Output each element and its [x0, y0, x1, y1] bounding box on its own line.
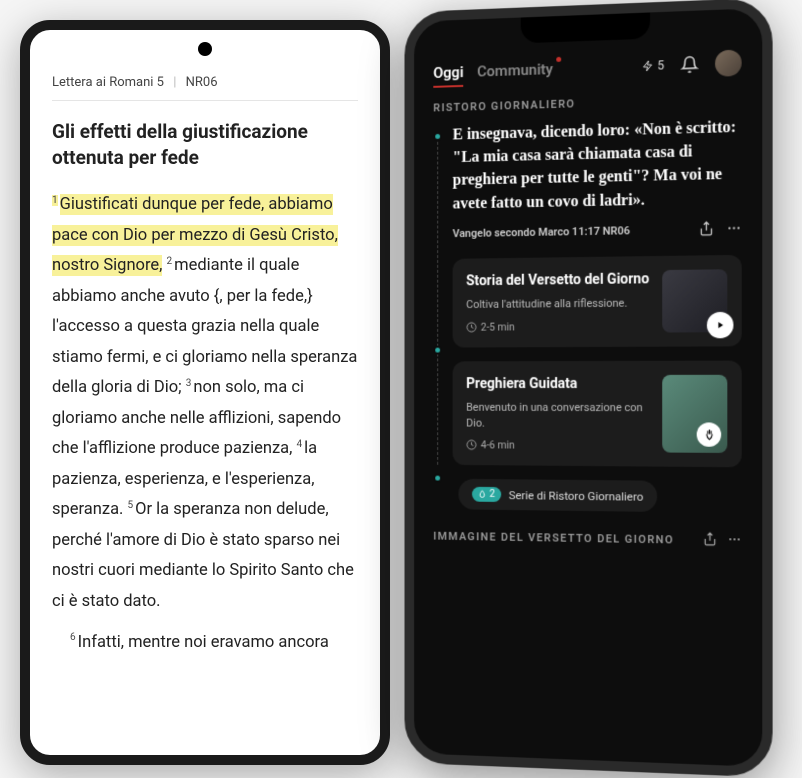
- series-label: Serie di Ristoro Giornaliero: [509, 488, 644, 504]
- card-subtitle: Coltiva l'attitudine alla riflessione.: [466, 296, 650, 313]
- prayer-icon-badge: [697, 423, 721, 447]
- verse-image-label: IMMAGINE DEL VERSETTO DEL GIORNO: [433, 530, 692, 547]
- phone-right-frame: Oggi Community 5 RISTORO GIORNALIERO E i…: [405, 0, 773, 778]
- card-thumbnail: [662, 375, 727, 454]
- verse-number-3: 3: [186, 378, 192, 389]
- separator: |: [173, 75, 176, 90]
- tab-community-label: Community: [477, 60, 553, 80]
- verse-ref-row: Vangelo secondo Marco 11:17 NR06: [453, 220, 742, 243]
- streak-icon: [642, 60, 654, 72]
- more-button[interactable]: [726, 220, 741, 239]
- streak-count: 5: [657, 58, 664, 72]
- card-title: Storia del Versetto del Giorno: [466, 270, 650, 292]
- book-reference: Lettera ai Romani 5: [52, 75, 164, 90]
- reader-view: Lettera ai Romani 5 | NR06 Gli effetti d…: [30, 30, 380, 688]
- card-guided-prayer[interactable]: Preghiera Guidata Benvenuto in una conve…: [453, 360, 742, 467]
- timeline-dot: [433, 132, 442, 141]
- verse-2: mediante il quale abbiamo anche avuto {,…: [52, 256, 357, 397]
- iphone-notch: [521, 12, 650, 43]
- share-button[interactable]: [703, 531, 717, 550]
- timeline-dot: [433, 346, 442, 355]
- verse-number-6: 6: [70, 632, 76, 643]
- verse-number-4: 4: [296, 439, 302, 450]
- bible-version: NR06: [186, 75, 218, 90]
- verse-of-day-text[interactable]: E insegnava, dicendo loro: «Non è scritt…: [453, 116, 742, 216]
- verse-image-section-header: IMMAGINE DEL VERSETTO DEL GIORNO: [433, 527, 741, 551]
- card-subtitle: Benvenuto in una conversazione con Dio.: [466, 400, 650, 431]
- share-icon: [703, 532, 717, 546]
- card-thumbnail: [662, 269, 727, 332]
- verse-6: Infatti, mentre noi eravamo ancora: [78, 633, 329, 652]
- more-button[interactable]: [727, 531, 741, 551]
- more-icon: [727, 532, 741, 546]
- scripture-body[interactable]: 1Giustificati dunque per fede, abbiamo p…: [52, 190, 358, 658]
- share-button[interactable]: [699, 221, 714, 239]
- drop-icon: [478, 490, 487, 499]
- notification-dot: [556, 57, 561, 62]
- card-duration: 2-5 min: [466, 319, 650, 333]
- hand-icon: [702, 428, 715, 441]
- series-badge: 2: [472, 487, 501, 502]
- daily-series-pill[interactable]: 2 Serie di Ristoro Giornaliero: [458, 479, 657, 512]
- camera-notch: [198, 42, 212, 56]
- verse-number-5: 5: [128, 500, 134, 511]
- play-icon: [715, 320, 725, 330]
- share-icon: [699, 221, 714, 236]
- clock-icon: [466, 439, 477, 450]
- streak-counter[interactable]: 5: [642, 58, 664, 73]
- reader-header[interactable]: Lettera ai Romani 5 | NR06: [52, 75, 358, 101]
- play-button[interactable]: [707, 312, 734, 339]
- tab-today[interactable]: Oggi: [433, 63, 463, 82]
- section-heading: Gli effetti della giustificazione ottenu…: [52, 119, 358, 170]
- verse-number-2: 2: [167, 256, 173, 267]
- verse-reference[interactable]: Vangelo secondo Marco 11:17 NR06: [453, 224, 687, 241]
- more-icon: [726, 220, 741, 235]
- profile-avatar[interactable]: [715, 50, 742, 77]
- daily-refresh-label: RISTORO GIORNALIERO: [433, 92, 741, 114]
- card-title: Preghiera Guidata: [466, 375, 650, 395]
- verse-number-1: 1: [52, 195, 58, 206]
- timeline: E insegnava, dicendo loro: «Non è scritt…: [433, 116, 741, 468]
- card-duration: 4-6 min: [466, 438, 650, 452]
- today-view: Oggi Community 5 RISTORO GIORNALIERO E i…: [414, 8, 762, 767]
- clock-icon: [466, 321, 477, 332]
- tab-community[interactable]: Community: [477, 60, 553, 80]
- notifications-button[interactable]: [678, 53, 700, 76]
- phone-left-frame: Lettera ai Romani 5 | NR06 Gli effetti d…: [20, 20, 390, 765]
- timeline-dot: [433, 474, 442, 483]
- top-bar: Oggi Community 5: [433, 50, 741, 86]
- bell-icon: [680, 55, 698, 74]
- card-verse-story[interactable]: Storia del Versetto del Giorno Coltiva l…: [453, 255, 742, 348]
